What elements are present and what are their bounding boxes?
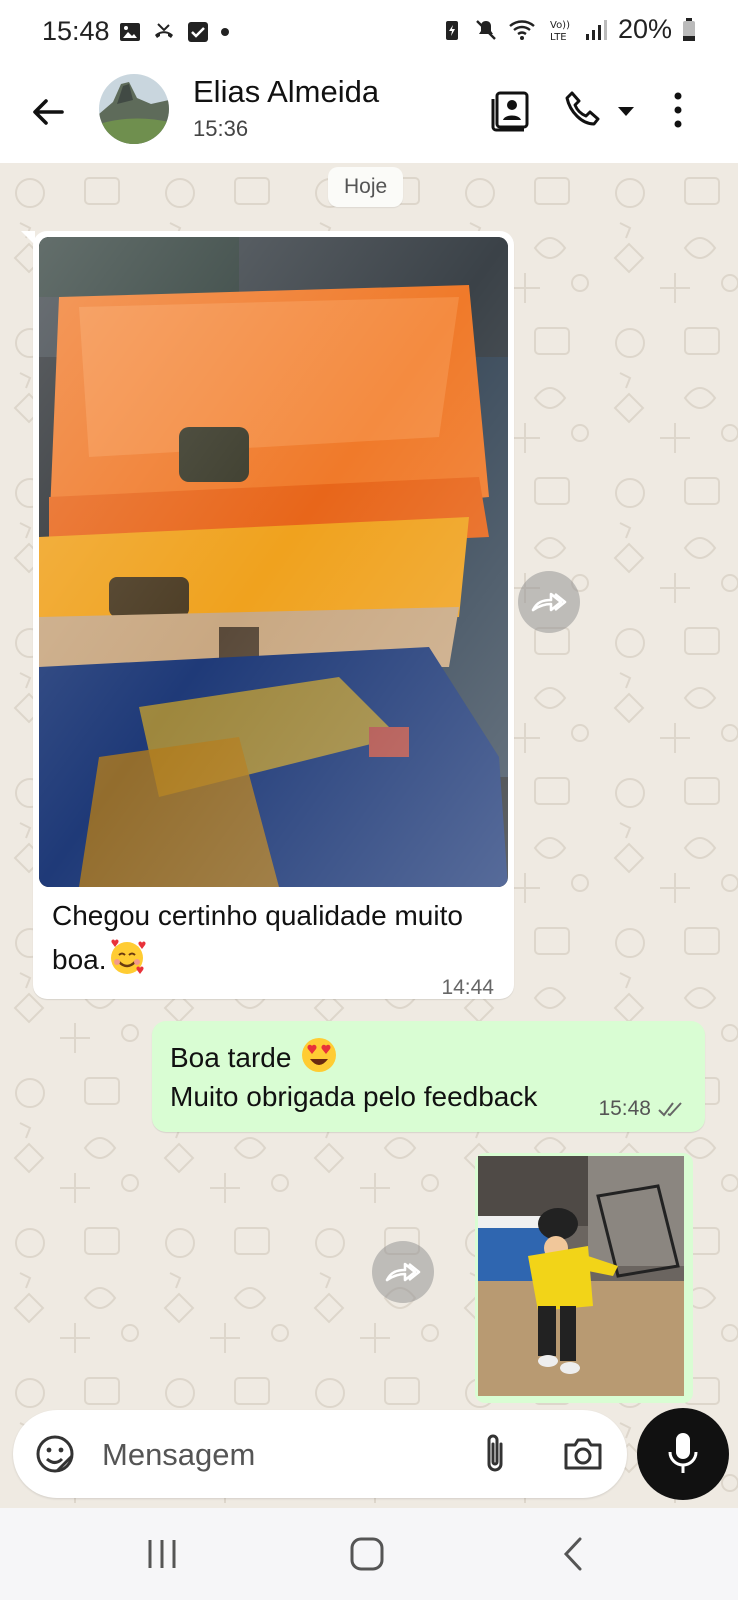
message-composer xyxy=(13,1410,627,1498)
more-icon[interactable] xyxy=(664,88,692,132)
svg-text:Vo)): Vo)) xyxy=(550,20,570,31)
recent-apps-icon[interactable] xyxy=(138,1532,186,1576)
message-time: 14:44 xyxy=(441,976,494,999)
message-time: 15:48 xyxy=(598,1097,651,1120)
voice-message-button[interactable] xyxy=(637,1408,729,1500)
volte-icon: Vo))LTE xyxy=(550,20,570,42)
outgoing-text-message[interactable]: Boa tarde Muito obrigada pelo feedback 1… xyxy=(152,1021,705,1132)
sticker-icon[interactable] xyxy=(33,1432,77,1476)
last-seen: 15:36 xyxy=(193,116,249,141)
smiling-face-with-hearts-emoji xyxy=(110,939,146,974)
svg-text:LTE: LTE xyxy=(550,32,567,42)
forward-icon xyxy=(531,592,567,612)
incoming-image-message[interactable]: Chegou certinho qualidade muito boa. 14:… xyxy=(21,231,514,999)
signal-icon xyxy=(585,19,607,40)
contact-card-icon[interactable] xyxy=(490,88,534,132)
camera-icon[interactable] xyxy=(561,1432,605,1476)
message-photo[interactable] xyxy=(39,237,508,887)
battery-percent: 20% xyxy=(617,14,672,44)
chat-area[interactable]: Hoje Chegou certinho qualidade muito boa… xyxy=(0,163,738,1508)
message-photo[interactable] xyxy=(478,1156,684,1396)
gallery-icon xyxy=(120,23,140,41)
phone-icon[interactable] xyxy=(562,88,606,132)
message-line-2: Muito obrigada pelo feedback xyxy=(170,1081,538,1112)
missed-call-icon xyxy=(155,23,173,38)
outgoing-image-message[interactable] xyxy=(475,1153,693,1403)
wifi-icon xyxy=(509,19,535,40)
mute-icon xyxy=(476,19,496,40)
battery-saver-icon xyxy=(445,20,458,40)
battery-icon xyxy=(683,17,695,41)
forward-button[interactable] xyxy=(372,1241,434,1303)
avatar[interactable] xyxy=(99,74,169,144)
message-line-1: Boa tarde xyxy=(170,1042,292,1073)
dot-icon xyxy=(221,28,229,36)
status-bar: 15:48 Vo)) LTE 20% xyxy=(0,0,738,68)
attach-icon[interactable] xyxy=(473,1430,517,1478)
status-time: 15:48 xyxy=(42,16,110,46)
dropdown-icon[interactable] xyxy=(612,88,640,132)
system-navigation-bar xyxy=(0,1508,738,1600)
date-chip: Hoje xyxy=(328,167,404,207)
message-input[interactable] xyxy=(100,1424,464,1486)
microphone-icon xyxy=(668,1433,698,1473)
double-check-icon xyxy=(658,1102,682,1117)
heart-eyes-emoji xyxy=(302,1038,337,1072)
back-arrow-icon[interactable] xyxy=(26,90,70,134)
chat-header: Elias Almeida 15:36 xyxy=(0,68,738,163)
forward-icon xyxy=(385,1262,421,1282)
forward-button[interactable] xyxy=(518,571,580,633)
checkbox-icon xyxy=(188,22,208,42)
message-caption: Chegou certinho qualidade muito boa. xyxy=(52,900,463,975)
home-icon[interactable] xyxy=(343,1532,391,1576)
contact-name[interactable]: Elias Almeida xyxy=(193,74,379,110)
back-icon[interactable] xyxy=(550,1532,598,1576)
